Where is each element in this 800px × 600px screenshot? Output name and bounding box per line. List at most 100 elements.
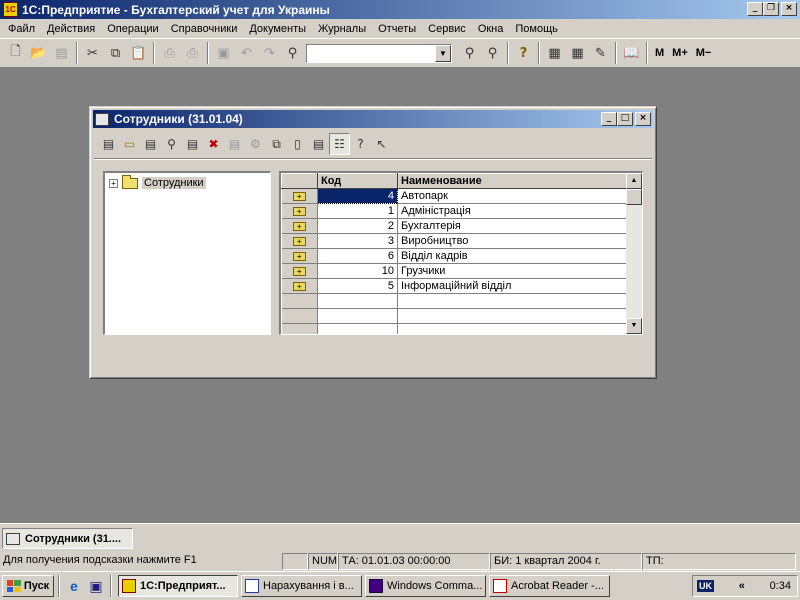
child-maximize-button[interactable]: □ — [617, 112, 633, 126]
column-header-code[interactable]: Код — [317, 173, 398, 189]
table-row[interactable]: + 2 Бухгалтерія — [281, 218, 628, 234]
vertical-scrollbar[interactable]: ▲ ▼ — [626, 173, 642, 334]
menu-windows[interactable]: Окна — [472, 23, 510, 35]
table-row[interactable]: + 3 Виробництво — [281, 233, 628, 249]
name-cell[interactable]: Відділ кадрів — [397, 248, 628, 264]
app-titlebar[interactable]: 1С 1С:Предприятие - Бухгалтерский учет д… — [0, 0, 800, 19]
internet-explorer-icon[interactable]: e — [63, 575, 85, 597]
code-cell[interactable]: 5 — [317, 278, 398, 294]
employees-window[interactable]: Сотрудники (31.01.04) _ □ × ▤ ▭ ▤ ⚲ ▤ ✖ … — [89, 106, 657, 379]
new-document-icon[interactable]: 🗋 — [4, 42, 27, 64]
find-prev-icon[interactable]: ⚲ — [481, 42, 504, 64]
task-1c[interactable]: 1С:Предприят... — [118, 575, 238, 597]
menu-operations[interactable]: Операции — [101, 23, 164, 35]
restore-button[interactable]: ❐ — [763, 2, 779, 16]
calculator-icon[interactable]: ▦ — [543, 42, 566, 64]
chevron-down-icon[interactable]: ▼ — [435, 44, 451, 62]
add-group-icon[interactable]: ▭ — [119, 133, 140, 155]
name-cell[interactable]: Інформаційний відділ — [397, 278, 628, 294]
cut-icon[interactable]: ✂ — [81, 42, 104, 64]
clock[interactable]: 0:34 — [770, 580, 791, 592]
code-cell[interactable]: 1 — [317, 203, 398, 219]
name-cell[interactable]: Бухгалтерія — [397, 218, 628, 234]
code-cell[interactable]: 3 — [317, 233, 398, 249]
menu-journals[interactable]: Журналы — [312, 23, 372, 35]
menu-actions[interactable]: Действия — [41, 23, 101, 35]
memory-minus-button[interactable]: M− — [692, 47, 716, 59]
task-acrobat[interactable]: Acrobat Reader -... — [489, 575, 610, 597]
menu-documents[interactable]: Документы — [243, 23, 312, 35]
copy-icon[interactable]: ⧉ — [104, 42, 127, 64]
code-cell[interactable]: 4 — [317, 188, 398, 204]
window-bar-item[interactable]: Сотрудники (31.... — [2, 528, 133, 549]
open-folder-icon[interactable]: 📂 — [27, 42, 50, 64]
binoculars-icon[interactable]: ⚲ — [281, 42, 304, 64]
save-icon[interactable]: ▤ — [50, 42, 73, 64]
add-item-icon[interactable]: ▤ — [98, 133, 119, 155]
task-word[interactable]: Нарахування і в... — [241, 575, 362, 597]
filter-icon[interactable]: ⚙ — [245, 133, 266, 155]
print-preview-icon[interactable]: ⎙ — [181, 42, 204, 64]
child-minimize-button[interactable]: _ — [601, 112, 617, 126]
document-icon[interactable]: ▯ — [287, 133, 308, 155]
find-icon[interactable]: ⚲ — [161, 133, 182, 155]
code-cell[interactable]: 6 — [317, 248, 398, 264]
start-button[interactable]: Пуск — [2, 575, 54, 597]
expand-icon[interactable]: + — [109, 178, 118, 188]
copy-list-icon[interactable]: ⧉ — [266, 133, 287, 155]
name-cell[interactable]: Адміністрація — [397, 203, 628, 219]
calendar-icon[interactable]: ▦ — [566, 42, 589, 64]
undo-icon[interactable]: ↶ — [235, 42, 258, 64]
tree-item-employees[interactable]: + Сотрудники — [109, 174, 206, 189]
code-cell[interactable]: 2 — [317, 218, 398, 234]
table-row[interactable]: + 6 Відділ кадрів — [281, 248, 628, 264]
scroll-up-icon[interactable]: ▲ — [626, 173, 642, 189]
delete-item-icon[interactable]: ✖ — [203, 133, 224, 155]
employees-window-titlebar[interactable]: Сотрудники (31.01.04) _ □ × — [93, 110, 653, 128]
context-help-icon[interactable]: ↖ — [371, 133, 392, 155]
column-header-icon[interactable] — [281, 173, 318, 189]
groups-tree[interactable]: + Сотрудники — [103, 171, 271, 335]
table-row[interactable]: + 1 Адміністрація — [281, 203, 628, 219]
copy-item-icon[interactable]: ▤ — [140, 133, 161, 155]
task-commander[interactable]: Windows Comma... — [365, 575, 486, 597]
menu-service[interactable]: Сервис — [422, 23, 472, 35]
edit-item-icon[interactable]: ▤ — [182, 133, 203, 155]
tree-view-icon[interactable]: ☷ — [329, 133, 350, 155]
table-row[interactable]: + 5 Інформаційний відділ — [281, 278, 628, 294]
name-cell[interactable]: Грузчики — [397, 263, 628, 279]
name-cell[interactable]: Виробництво — [397, 233, 628, 249]
find-next-icon[interactable]: ⚲ — [458, 42, 481, 64]
floppy-icon[interactable]: ▣ — [85, 575, 107, 597]
language-indicator[interactable]: UK — [697, 580, 714, 592]
scroll-down-icon[interactable]: ▼ — [626, 318, 642, 334]
memory-button[interactable]: M — [651, 47, 668, 59]
tray-arrows-icon[interactable]: « — [739, 580, 745, 592]
table-row[interactable]: + 4 Автопарк — [281, 188, 628, 204]
menu-reports[interactable]: Отчеты — [372, 23, 422, 35]
paste-icon[interactable]: 📋 — [127, 42, 150, 64]
minimize-button[interactable]: _ — [747, 2, 763, 16]
table-row[interactable]: + 10 Грузчики — [281, 263, 628, 279]
book-icon[interactable]: 📖 — [620, 42, 643, 64]
move-item-icon[interactable]: ▤ — [224, 133, 245, 155]
menu-file[interactable]: Файл — [2, 23, 41, 35]
text-editor-icon[interactable]: ✎ — [589, 42, 612, 64]
child-close-button[interactable]: × — [635, 112, 651, 126]
employees-table[interactable]: Код Наименование + 4 Автопарк + 1 Адміні… — [279, 171, 643, 335]
column-header-name[interactable]: Наименование — [397, 173, 628, 189]
scroll-thumb[interactable] — [626, 189, 642, 205]
menu-help[interactable]: Помощь — [509, 23, 564, 35]
close-button[interactable]: × — [781, 2, 797, 16]
code-cell[interactable]: 10 — [317, 263, 398, 279]
help-icon[interactable]: ? — [512, 42, 535, 64]
name-cell[interactable]: Автопарк — [397, 188, 628, 204]
properties-icon[interactable]: ▣ — [212, 42, 235, 64]
print-icon[interactable]: ⎙ — [158, 42, 181, 64]
memory-plus-button[interactable]: M+ — [668, 47, 692, 59]
print-list-icon[interactable]: ▤ — [308, 133, 329, 155]
menu-directories[interactable]: Справочники — [165, 23, 244, 35]
redo-icon[interactable]: ↷ — [258, 42, 281, 64]
help-book-icon[interactable]: ? — [350, 133, 371, 155]
search-combo[interactable]: ▼ — [306, 43, 452, 63]
